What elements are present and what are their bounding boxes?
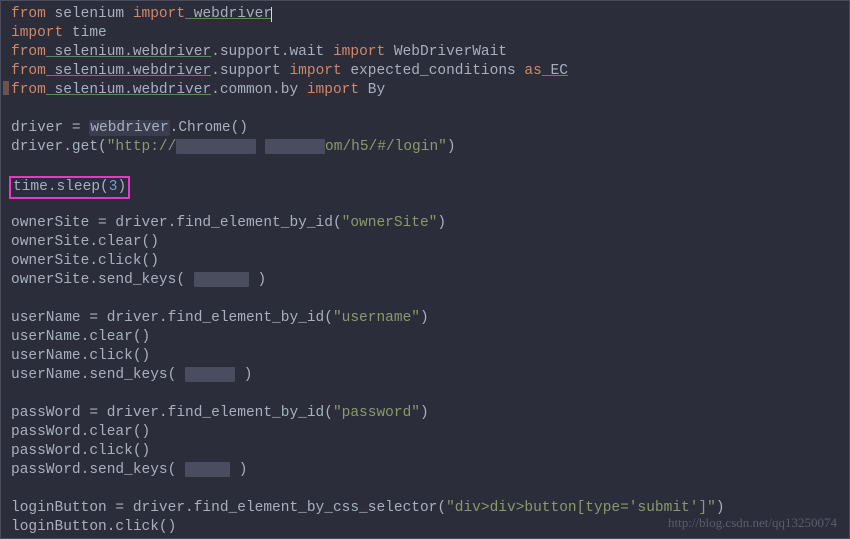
code-line: from selenium.webdriver.support import e… <box>11 62 849 81</box>
code-line: userName.click() <box>11 347 849 366</box>
code-line: userName.send_keys( ) <box>11 366 849 385</box>
code-line <box>11 195 849 214</box>
redacted-text <box>194 272 249 287</box>
code-line: from selenium.webdriver.common.by import… <box>11 81 849 100</box>
redacted-text <box>185 367 235 382</box>
redacted-text <box>185 462 230 477</box>
highlight-annotation: time.sleep(3) <box>9 176 130 199</box>
code-line: ownerSite = driver.find_element_by_id("o… <box>11 214 849 233</box>
code-line: userName = driver.find_element_by_id("us… <box>11 309 849 328</box>
code-line: passWord.send_keys( ) <box>11 461 849 480</box>
code-line: driver.get("http:// om/h5/#/login") <box>11 138 849 157</box>
code-line <box>11 157 849 176</box>
code-line: time.sleep(3) <box>11 176 849 195</box>
code-line: ownerSite.send_keys( ) <box>11 271 849 290</box>
code-line: from selenium.webdriver.support.wait imp… <box>11 43 849 62</box>
code-line: ownerSite.click() <box>11 252 849 271</box>
code-line: driver = webdriver.Chrome() <box>11 119 849 138</box>
text-cursor <box>271 7 272 22</box>
code-line: passWord.click() <box>11 442 849 461</box>
code-editor[interactable]: from selenium import webdriver import ti… <box>11 5 849 537</box>
redacted-text <box>176 139 256 154</box>
code-line <box>11 480 849 499</box>
watermark: http://blog.csdn.net/qq13250074 <box>668 515 837 532</box>
code-line <box>11 100 849 119</box>
code-line: passWord.clear() <box>11 423 849 442</box>
gutter-mark <box>3 81 9 95</box>
code-line: ownerSite.clear() <box>11 233 849 252</box>
code-line <box>11 290 849 309</box>
redacted-text <box>265 139 325 154</box>
code-line <box>11 385 849 404</box>
code-line: from selenium import webdriver <box>11 5 849 24</box>
code-line: passWord = driver.find_element_by_id("pa… <box>11 404 849 423</box>
code-line: import time <box>11 24 849 43</box>
code-line: userName.clear() <box>11 328 849 347</box>
